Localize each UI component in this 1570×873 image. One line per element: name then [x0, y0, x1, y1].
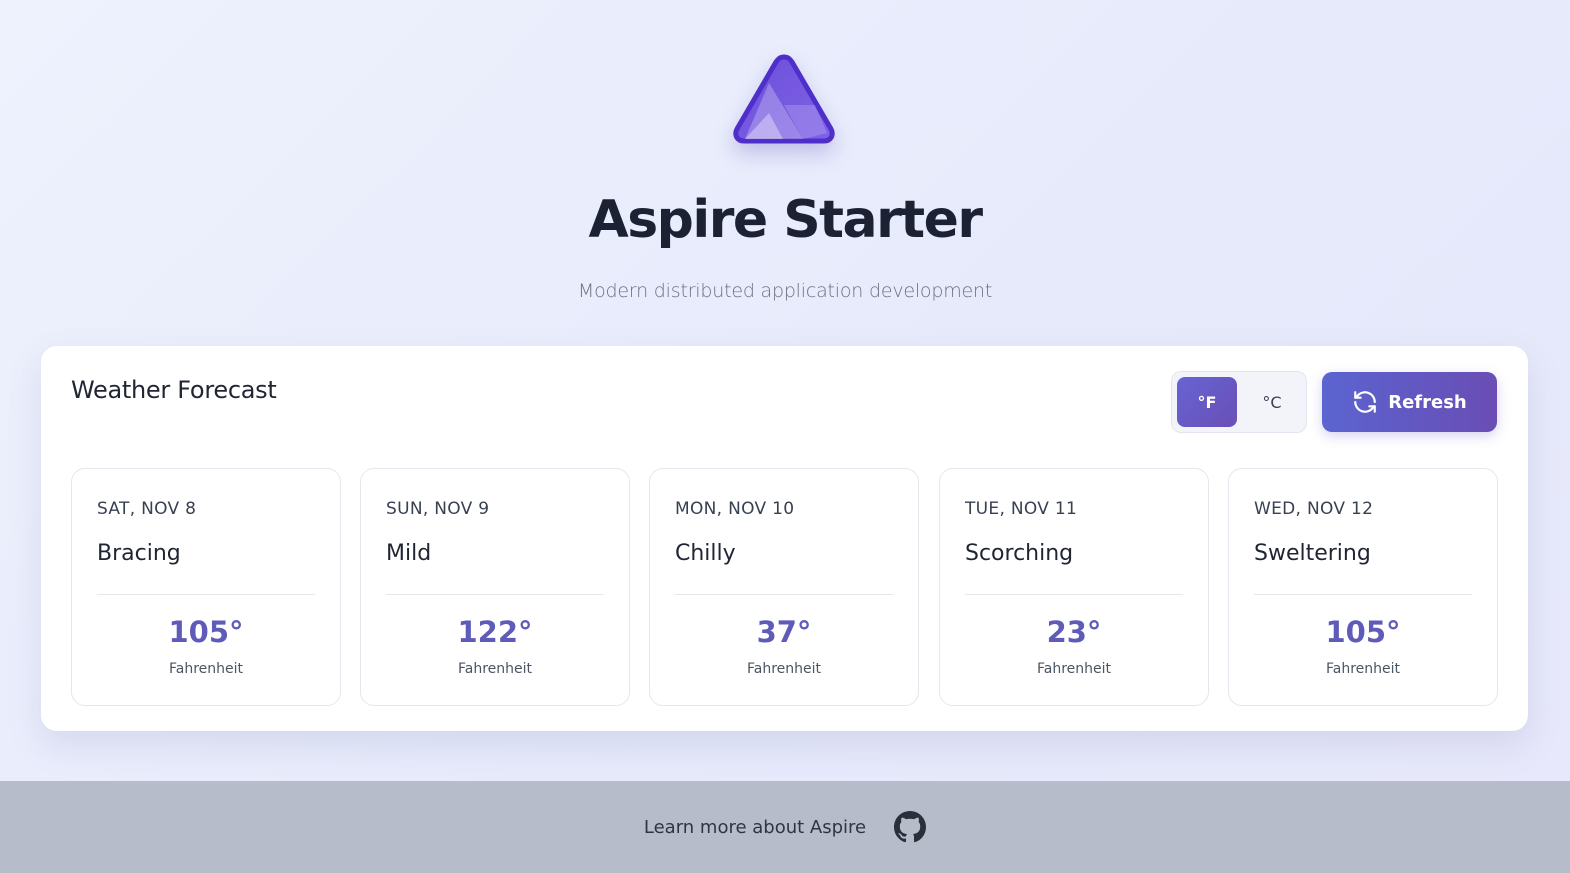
forecast-summary: Scorching [965, 541, 1074, 566]
forecast-date: SUN, NOV 9 [386, 499, 490, 519]
forecast-cards: SAT, NOV 8 Bracing 105° Fahrenheit SUN, … [71, 468, 1498, 706]
forecast-card: SUN, NOV 9 Mild 122° Fahrenheit [360, 468, 630, 706]
refresh-icon [1354, 391, 1377, 413]
card-divider [97, 594, 315, 595]
forecast-date: TUE, NOV 11 [965, 499, 1078, 519]
forecast-summary: Bracing [97, 541, 181, 566]
learn-more-link[interactable]: Learn more about Aspire [644, 817, 866, 838]
forecast-temperature: 37° [756, 615, 812, 649]
fahrenheit-button[interactable]: °F [1177, 377, 1237, 427]
forecast-temperature: 105° [1325, 615, 1401, 649]
header: Aspire Starter Modern distributed applic… [0, 0, 1570, 345]
forecast-unit: Fahrenheit [457, 661, 533, 677]
forecast-summary: Sweltering [1254, 541, 1371, 566]
unit-toggle: °F °C [1171, 371, 1307, 433]
forecast-date: SAT, NOV 8 [97, 499, 197, 519]
forecast-date: MON, NOV 10 [675, 499, 795, 519]
forecast-summary: Chilly [675, 541, 736, 566]
forecast-temperature: 122° [457, 615, 533, 649]
weather-title: Weather Forecast [71, 376, 277, 404]
card-divider [1254, 594, 1472, 595]
forecast-temperature: 23° [1046, 615, 1102, 649]
refresh-label: Refresh [1388, 391, 1467, 413]
forecast-card: TUE, NOV 11 Scorching 23° Fahrenheit [939, 468, 1209, 706]
aspire-logo-icon [733, 54, 835, 144]
forecast-unit: Fahrenheit [1325, 661, 1401, 677]
forecast-temperature: 105° [168, 615, 244, 649]
weather-panel: Weather Forecast °F °C Refresh SAT, NOV … [41, 346, 1528, 731]
github-icon[interactable] [894, 811, 927, 843]
forecast-card: MON, NOV 10 Chilly 37° Fahrenheit [649, 468, 919, 706]
page-subtitle: Modern distributed application developme… [577, 280, 993, 302]
page-title: Aspire Starter [588, 190, 983, 250]
celsius-button[interactable]: °C [1242, 377, 1302, 427]
card-divider [675, 594, 893, 595]
refresh-button[interactable]: Refresh [1322, 372, 1497, 432]
card-divider [965, 594, 1183, 595]
forecast-summary: Mild [386, 541, 432, 566]
forecast-unit: Fahrenheit [168, 661, 244, 677]
forecast-unit: Fahrenheit [1036, 661, 1112, 677]
forecast-card: SAT, NOV 8 Bracing 105° Fahrenheit [71, 468, 341, 706]
card-divider [386, 594, 604, 595]
footer: Learn more about Aspire [0, 781, 1570, 873]
forecast-unit: Fahrenheit [746, 661, 822, 677]
forecast-date: WED, NOV 12 [1254, 499, 1374, 519]
forecast-card: WED, NOV 12 Sweltering 105° Fahrenheit [1228, 468, 1498, 706]
